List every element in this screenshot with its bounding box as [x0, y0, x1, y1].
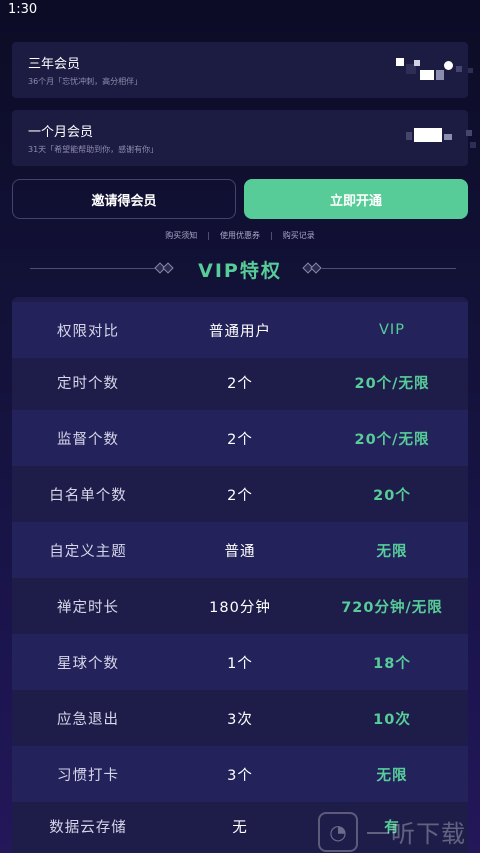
table-row: 禅定时长 180分钟 720分钟/无限 — [12, 578, 468, 634]
status-time: 1:30 — [8, 2, 38, 17]
plan-card-one-month[interactable]: 一个月会员 31天「希望能帮助到你，感谢有你」 — [12, 110, 476, 166]
table-cell: 2个 — [227, 375, 253, 392]
table-cell: 禅定时长 — [57, 599, 119, 616]
table-cell: 180分钟 — [209, 599, 271, 616]
table-cell: 自定义主题 — [49, 543, 127, 560]
table-cell: 定时个数 — [57, 375, 119, 392]
privilege-comparison-table: 权限对比 普通用户 VIP 定时个数 2个 20个/无限 监督个数 2个 20个… — [12, 297, 468, 853]
watermark: ◔ 一听下载 — [318, 810, 480, 853]
table-cell: 3次 — [227, 711, 253, 728]
table-cell: 星球个数 — [57, 655, 119, 672]
table-cell: 习惯打卡 — [57, 767, 119, 784]
invite-button[interactable]: 邀请得会员 — [12, 179, 236, 219]
table-cell: 2个 — [227, 487, 253, 504]
table-cell: 监督个数 — [57, 431, 119, 448]
table-cell: 无限 — [376, 543, 408, 560]
table-cell: 普通 — [224, 543, 256, 560]
table-cell: 10次 — [373, 711, 411, 728]
header-cell: VIP — [379, 322, 405, 338]
section-title: VIP特权 — [198, 260, 282, 282]
table-cell: 无 — [232, 819, 248, 836]
table-row: 自定义主题 普通 无限 — [12, 522, 468, 578]
table-cell: 18个 — [373, 655, 411, 672]
table-cell: 20个 — [373, 487, 411, 504]
ear-icon: ◔ — [318, 811, 358, 852]
plan-description: 31天「希望能帮助到你，感谢有你」 — [28, 145, 159, 154]
table-row: 应急退出 3次 10次 — [12, 690, 468, 746]
plan-description: 36个月「忘忧冲刺，高分相伴」 — [28, 77, 143, 86]
plan-card-three-year[interactable]: 三年会员 36个月「忘忧冲刺，高分相伴」 — [12, 42, 473, 98]
table-row: 定时个数 2个 20个/无限 — [12, 354, 468, 410]
purchase-links: 购买须知 | 使用优惠券 | 购买记录 — [0, 228, 480, 242]
table-header: 权限对比 普通用户 VIP — [12, 302, 468, 358]
table-cell: 20个/无限 — [354, 431, 430, 448]
link-use-coupon[interactable]: 使用优惠券 — [220, 230, 260, 241]
table-cell: 1个 — [227, 655, 253, 672]
link-separator: | — [270, 230, 273, 240]
table-cell: 无限 — [376, 767, 408, 784]
plan-name: 三年会员 — [28, 57, 81, 72]
plan-name: 一个月会员 — [28, 125, 94, 140]
table-row: 习惯打卡 3个 无限 — [12, 746, 468, 802]
table-row: 监督个数 2个 20个/无限 — [12, 410, 468, 466]
plan-price-redacted — [406, 124, 480, 150]
header-cell: 权限对比 — [57, 323, 119, 340]
status-bar: 1:30 — [0, 0, 480, 22]
table-cell: 20个/无限 — [354, 375, 430, 392]
divider-right — [322, 268, 456, 269]
action-buttons: 邀请得会员 立即开通 — [12, 179, 468, 219]
table-row: 白名单个数 2个 20个 — [12, 466, 468, 522]
link-separator: | — [207, 230, 210, 240]
link-purchase-history[interactable]: 购买记录 — [283, 230, 315, 241]
table-cell: 应急退出 — [57, 711, 119, 728]
table-cell: 2个 — [227, 431, 253, 448]
table-cell: 数据云存储 — [49, 819, 127, 836]
header-cell: 普通用户 — [209, 323, 271, 340]
vip-privileges-heading: VIP特权 — [0, 255, 480, 283]
table-cell: 3个 — [227, 767, 253, 784]
link-purchase-notice[interactable]: 购买须知 — [165, 230, 197, 241]
watermark-text: 一听下载 — [366, 820, 466, 848]
table-cell: 720分钟/无限 — [341, 599, 443, 616]
plan-price-redacted — [396, 56, 480, 82]
table-row: 星球个数 1个 18个 — [12, 634, 468, 690]
open-membership-button[interactable]: 立即开通 — [244, 179, 468, 219]
table-cell: 白名单个数 — [49, 487, 127, 504]
